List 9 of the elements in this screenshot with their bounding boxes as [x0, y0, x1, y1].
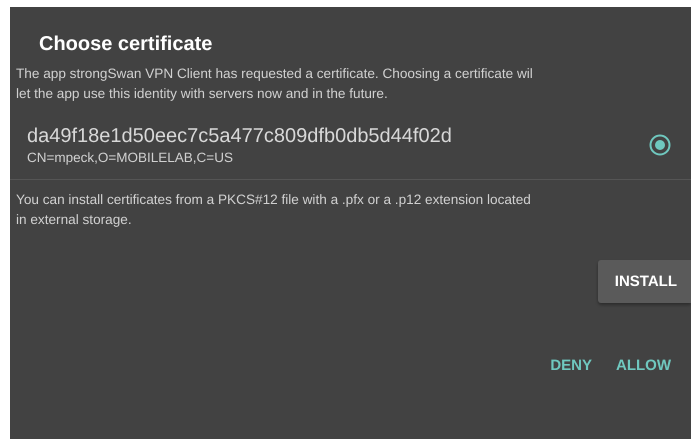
- certificate-alias: da49f18e1d50eec7c5a477c809dfb0db5d44f02d: [27, 124, 452, 148]
- install-hint: You can install certificates from a PKCS#12 file with a .pfx or a .p12 extension located in external storage.: [16, 191, 531, 229]
- dialog-action-button[interactable]: ALLOW: [608, 349, 679, 382]
- dialog-action-button[interactable]: DENY: [542, 349, 600, 382]
- install-button[interactable]: INSTALL: [598, 260, 691, 303]
- dialog-message: The app strongSwan VPN Client has requested a certificate. Choosing a certificate wil let the app use this identity with servers now and in the future.: [16, 65, 533, 103]
- dialog-title: Choose certificate: [39, 33, 212, 56]
- radio-button[interactable]: [649, 134, 671, 156]
- certificate-subject: CN=mpeck,O=MOBILELAB,C=US: [27, 150, 233, 165]
